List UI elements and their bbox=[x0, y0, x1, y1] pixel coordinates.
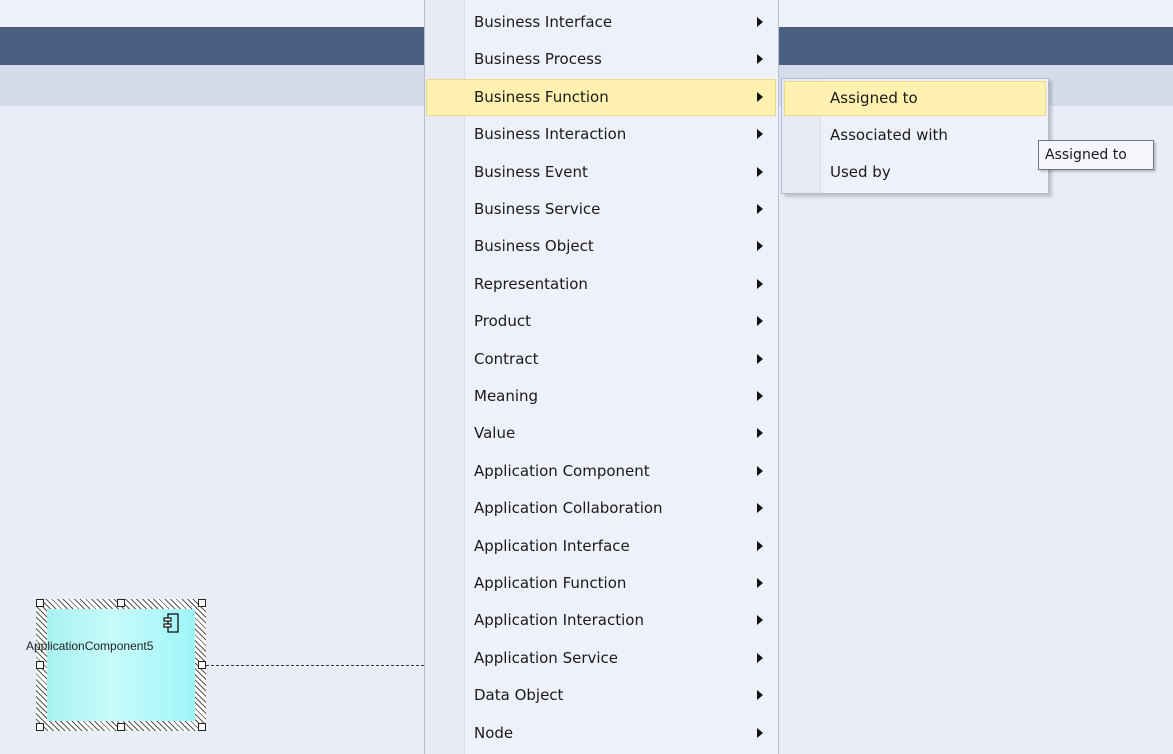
connector-line[interactable] bbox=[206, 665, 424, 666]
menu-item-application-function[interactable]: Application Function bbox=[426, 565, 776, 602]
menu-item-label: Application Component bbox=[474, 462, 650, 480]
menu-item-label: Value bbox=[474, 424, 516, 442]
application-component-element[interactable] bbox=[36, 599, 206, 731]
menu-item-label: Application Collaboration bbox=[474, 499, 663, 517]
resize-handle-bottom-left[interactable] bbox=[36, 723, 44, 731]
menu-item-application-interaction[interactable]: Application Interaction bbox=[426, 602, 776, 639]
submenu-item-associated-with[interactable]: Associated with bbox=[784, 118, 1046, 153]
submenu-arrow-icon bbox=[757, 129, 763, 139]
menu-item-meaning[interactable]: Meaning bbox=[426, 378, 776, 415]
submenu-arrow-icon bbox=[757, 167, 763, 177]
submenu-arrow-icon bbox=[757, 54, 763, 64]
submenu-arrow-icon bbox=[757, 241, 763, 251]
menu-item-label: Product bbox=[474, 312, 531, 330]
submenu-arrow-icon bbox=[757, 690, 763, 700]
menu-item-label: Business Interface bbox=[474, 13, 613, 31]
menu-item-business-function[interactable]: Business Function bbox=[426, 79, 776, 116]
submenu-arrow-icon bbox=[757, 578, 763, 588]
element-name-label: ApplicationComponent5 bbox=[26, 639, 154, 653]
menu-item-label: Business Interaction bbox=[474, 125, 627, 143]
menu-item-business-event[interactable]: Business Event bbox=[426, 154, 776, 191]
resize-handle-top[interactable] bbox=[117, 599, 125, 607]
submenu-arrow-icon bbox=[757, 615, 763, 625]
menu-item-data-object[interactable]: Data Object bbox=[426, 677, 776, 714]
menu-item-label: Business Process bbox=[474, 50, 602, 68]
menu-item-label: Application Interaction bbox=[474, 611, 644, 629]
menu-item-label: Application Service bbox=[474, 649, 619, 667]
menu-item-label: Business Service bbox=[474, 200, 601, 218]
menu-item-label: Business Object bbox=[474, 237, 594, 255]
submenu-arrow-icon bbox=[757, 503, 763, 513]
menu-item-label: Contract bbox=[474, 350, 539, 368]
menu-item-contract[interactable]: Contract bbox=[426, 341, 776, 378]
resize-handle-top-right[interactable] bbox=[198, 599, 206, 607]
menu-item-label: Business Event bbox=[474, 163, 588, 181]
menu-item-value[interactable]: Value bbox=[426, 415, 776, 452]
submenu-arrow-icon bbox=[757, 316, 763, 326]
menu-item-label: Representation bbox=[474, 275, 588, 293]
submenu-arrow-icon bbox=[757, 354, 763, 364]
menu-item-application-component[interactable]: Application Component bbox=[426, 453, 776, 490]
menu-item-application-interface[interactable]: Application Interface bbox=[426, 528, 776, 565]
menu-item-label: Application Function bbox=[474, 574, 627, 592]
submenu-arrow-icon bbox=[757, 92, 763, 102]
resize-handle-bottom-right[interactable] bbox=[198, 723, 206, 731]
submenu-item-used-by[interactable]: Used by bbox=[784, 155, 1046, 190]
resize-handle-bottom[interactable] bbox=[117, 723, 125, 731]
menu-item-label: Node bbox=[474, 724, 514, 742]
tooltip: Assigned to bbox=[1038, 140, 1154, 170]
submenu-arrow-icon bbox=[757, 279, 763, 289]
submenu-item-label: Assigned to bbox=[830, 89, 918, 107]
resize-handle-right[interactable] bbox=[198, 661, 206, 669]
resize-handle-top-left[interactable] bbox=[36, 599, 44, 607]
menu-item-representation[interactable]: Representation bbox=[426, 266, 776, 303]
tooltip-text: Assigned to bbox=[1045, 147, 1127, 163]
menu-item-node[interactable]: Node bbox=[426, 715, 776, 752]
menu-item-label: Business Function bbox=[474, 88, 609, 106]
resize-handle-left[interactable] bbox=[36, 661, 44, 669]
menu-item-business-object[interactable]: Business Object bbox=[426, 228, 776, 265]
menu-item-business-service[interactable]: Business Service bbox=[426, 191, 776, 228]
menu-item-business-process[interactable]: Business Process bbox=[426, 41, 776, 78]
submenu-item-label: Used by bbox=[830, 163, 891, 181]
submenu-arrow-icon bbox=[757, 653, 763, 663]
menu-item-business-interaction[interactable]: Business Interaction bbox=[426, 116, 776, 153]
submenu-arrow-icon bbox=[757, 17, 763, 27]
submenu-arrow-icon bbox=[757, 391, 763, 401]
relationship-submenu: Assigned to Associated with Used by bbox=[781, 78, 1049, 194]
submenu-arrow-icon bbox=[757, 204, 763, 214]
menu-item-application-collaboration[interactable]: Application Collaboration bbox=[426, 490, 776, 527]
menu-item-business-interface[interactable]: Business Interface bbox=[426, 4, 776, 41]
component-icon bbox=[163, 613, 179, 633]
menu-item-label: Meaning bbox=[474, 387, 539, 405]
menu-item-application-service[interactable]: Application Service bbox=[426, 640, 776, 677]
submenu-arrow-icon bbox=[757, 541, 763, 551]
submenu-item-assigned-to[interactable]: Assigned to bbox=[784, 81, 1046, 116]
submenu-arrow-icon bbox=[757, 466, 763, 476]
menu-item-label: Application Interface bbox=[474, 537, 630, 555]
menu-item-label: Data Object bbox=[474, 686, 564, 704]
menu-item-product[interactable]: Product bbox=[426, 303, 776, 340]
submenu-arrow-icon bbox=[757, 728, 763, 738]
submenu-arrow-icon bbox=[757, 428, 763, 438]
submenu-item-label: Associated with bbox=[830, 126, 948, 144]
